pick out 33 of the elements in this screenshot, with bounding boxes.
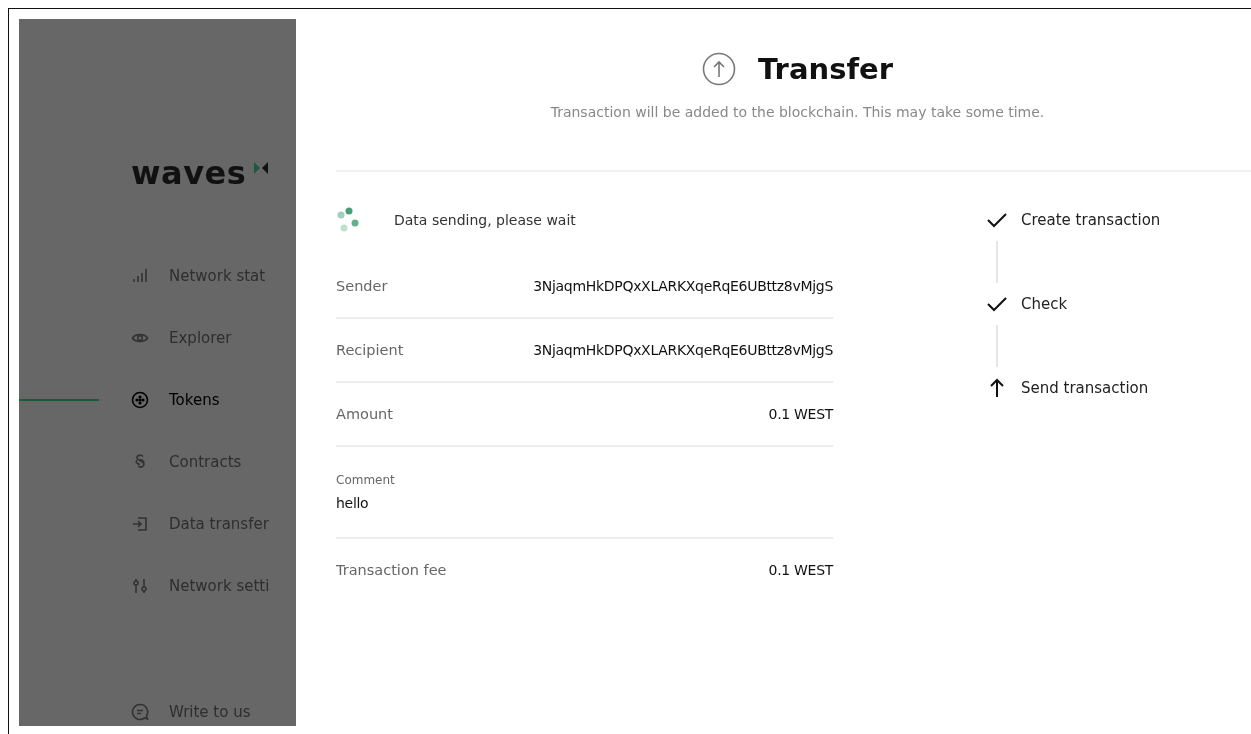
logo-text: waves [131, 154, 247, 192]
status-text: Data sending, please wait [394, 212, 576, 228]
nav-item[interactable]: Network stat [19, 258, 296, 294]
field-value: 3NjaqmHkDPQxXLARKXqeRqE6UBttz8vMjgS [533, 278, 833, 294]
chat-icon [131, 703, 149, 721]
field-label: Transaction fee [336, 562, 447, 578]
nav-item[interactable]: Contracts [19, 444, 296, 480]
dialog-title: Transfer [758, 52, 893, 86]
field-label: Amount [336, 406, 393, 422]
field-value: 0.1 WEST [768, 406, 833, 422]
bar-chart-icon [131, 267, 149, 285]
field-value: 3NjaqmHkDPQxXLARKXqeRqE6UBttz8vMjgS [533, 342, 833, 358]
step-label: Create transaction [1021, 211, 1161, 229]
check-icon [985, 296, 1009, 312]
step-label: Check [1021, 295, 1068, 313]
logo-mark-icon [254, 162, 269, 174]
enter-icon [131, 515, 149, 533]
nav-item[interactable]: Network setti [19, 568, 296, 604]
dialog-subtitle: Transaction will be added to the blockchain. This may take some time. [550, 104, 1045, 120]
upload-circle-icon [702, 52, 736, 86]
nav-item[interactable]: Write to us [19, 694, 296, 726]
field-value: hello [336, 495, 370, 511]
nav-item[interactable]: Tokens [19, 382, 296, 418]
nav-item[interactable]: Explorer [19, 320, 296, 356]
field-label: Recipient [336, 342, 404, 358]
field-label: Sender [336, 278, 388, 294]
nav-item[interactable]: Data transfer [19, 506, 296, 542]
field-label: Comment [336, 473, 396, 487]
token-icon [131, 391, 149, 409]
check-icon [985, 212, 1009, 228]
sliders-icon [131, 577, 149, 595]
field-value: 0.1 WEST [768, 562, 833, 578]
step-label: Send transaction [1021, 379, 1149, 397]
